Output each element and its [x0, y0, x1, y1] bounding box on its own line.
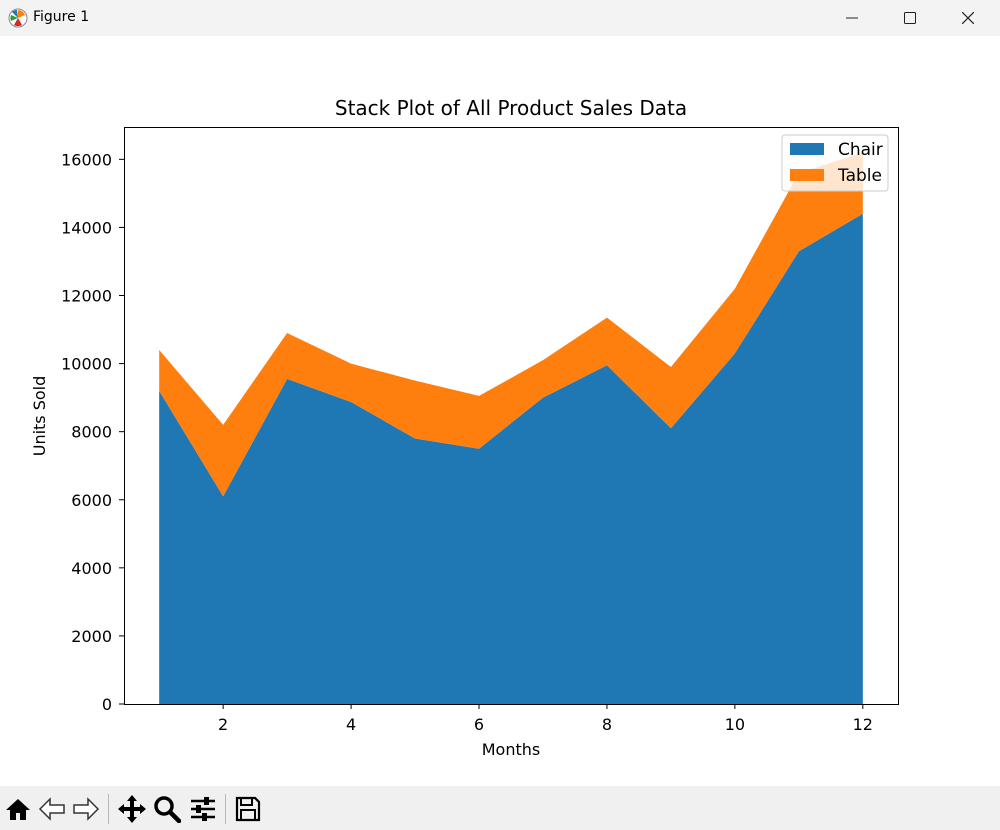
navigation-toolbar — [0, 786, 1000, 830]
stacked-areas — [159, 152, 863, 704]
y-tick-label: 16000 — [61, 150, 112, 169]
x-axis-ticks: 2 4 6 8 10 12 — [218, 704, 873, 734]
legend-label-table: Table — [837, 166, 882, 186]
zoom-button[interactable] — [152, 794, 182, 824]
pan-button[interactable] — [117, 794, 147, 824]
chart-title: Stack Plot of All Product Sales Data — [335, 96, 687, 120]
toolbar-separator — [108, 794, 109, 824]
figure-canvas: 2 4 6 8 10 12 0 2000 4000 6000 8000 10000 12000 1400… — [0, 36, 1000, 786]
y-tick-label: 10000 — [61, 355, 112, 374]
x-axis-label: Months — [482, 740, 540, 759]
y-axis-label: Units Sold — [30, 376, 49, 457]
home-button[interactable] — [3, 794, 33, 824]
y-tick-label: 6000 — [71, 491, 112, 510]
back-icon — [38, 797, 65, 821]
minimize-button[interactable] — [823, 0, 881, 36]
legend: Chair Table — [781, 134, 889, 192]
x-tick-label: 8 — [602, 715, 612, 734]
pan-icon — [118, 795, 146, 823]
save-button[interactable] — [233, 794, 263, 824]
y-tick-label: 2000 — [71, 627, 112, 646]
zoom-icon — [154, 796, 181, 823]
back-button[interactable] — [37, 794, 67, 824]
home-icon — [6, 799, 30, 820]
toolbar-separator — [225, 794, 226, 824]
y-axis-ticks: 0 2000 4000 6000 8000 10000 12000 14000 16000 — [61, 150, 124, 714]
window-titlebar: Figure 1 — [0, 0, 1000, 36]
legend-swatch-table — [790, 169, 824, 181]
matplotlib-app-icon — [8, 8, 28, 28]
stack-plot: 2 4 6 8 10 12 0 2000 4000 6000 8000 10000 12000 1400… — [30, 96, 899, 759]
minimize-icon — [846, 17, 858, 19]
maximize-button[interactable] — [881, 0, 939, 36]
legend-label-chair: Chair — [838, 140, 883, 160]
y-tick-label: 0 — [102, 695, 112, 714]
save-icon — [235, 796, 261, 822]
window-title: Figure 1 — [33, 9, 90, 25]
x-tick-label: 4 — [346, 715, 356, 734]
close-button[interactable] — [939, 0, 997, 36]
y-tick-label: 12000 — [61, 287, 112, 306]
forward-button[interactable] — [71, 794, 101, 824]
maximize-icon — [904, 12, 916, 24]
close-icon — [962, 12, 974, 24]
y-tick-label: 14000 — [61, 218, 112, 237]
forward-icon — [73, 797, 100, 821]
configure-subplots-button[interactable] — [188, 794, 218, 824]
legend-swatch-chair — [790, 143, 824, 155]
configure-subplots-icon — [191, 797, 215, 821]
x-tick-label: 10 — [725, 715, 745, 734]
x-tick-label: 2 — [218, 715, 228, 734]
x-tick-label: 12 — [853, 715, 873, 734]
y-tick-label: 8000 — [71, 423, 112, 442]
x-tick-label: 6 — [474, 715, 484, 734]
y-tick-label: 4000 — [71, 559, 112, 578]
